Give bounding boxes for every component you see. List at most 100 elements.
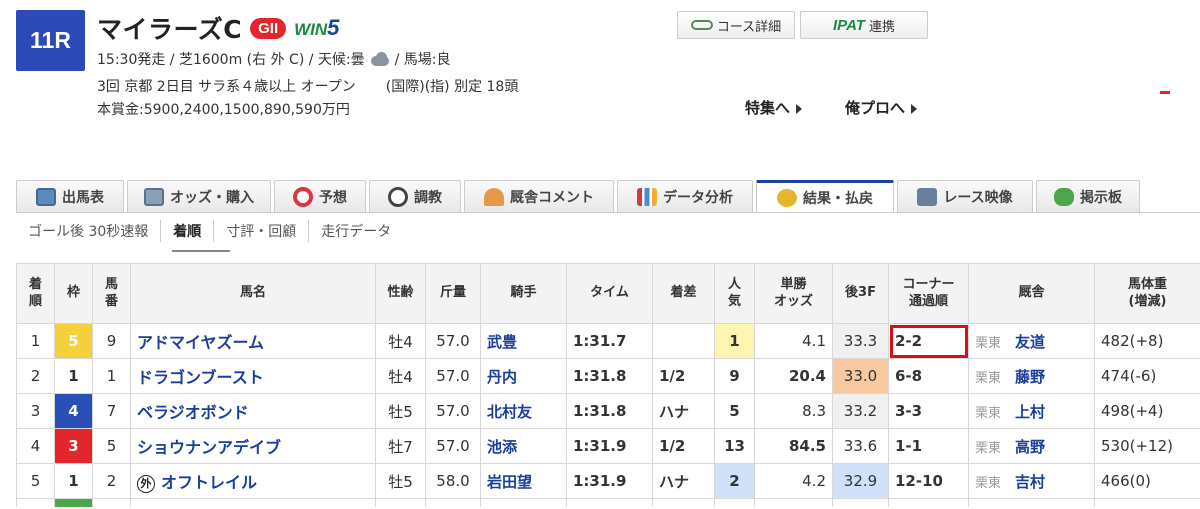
header-waku[interactable]: 枠 (54, 263, 93, 324)
arrow-right-icon (796, 103, 803, 114)
chat-icon (1054, 187, 1074, 206)
header-horse-weight[interactable]: 馬体重 (増減) (1094, 263, 1200, 324)
waku-cell: 1 (54, 358, 93, 394)
race-data-line2: 3回 京都 2日目 サラ系４歳以上 オープン (国際)(指) 別定 18頭 (97, 79, 519, 95)
trainer-link[interactable]: 吉村 (1015, 473, 1045, 491)
weight-cell: 57.0 (425, 428, 481, 464)
rank-cell: 4 (16, 428, 55, 464)
tab-race-video[interactable]: レース映像 (897, 180, 1033, 212)
horse-weight-cell: 498(+4) (1094, 393, 1200, 429)
tab-training[interactable]: 調教 (369, 180, 461, 212)
win5-logo[interactable]: WIN5 (294, 15, 339, 41)
header-jockey[interactable]: 騎手 (480, 263, 567, 324)
header-last-3f[interactable]: 後3F (832, 263, 889, 324)
header-umaban[interactable]: 馬番 (92, 263, 131, 324)
margin-cell (652, 323, 715, 359)
tab-results-payout[interactable]: 結果・払戻 (756, 180, 894, 213)
header-corner-position[interactable]: コーナー 通過順 (888, 263, 969, 324)
header-rank[interactable]: 着順 (16, 263, 55, 324)
trainer-link[interactable]: 上村 (1015, 403, 1045, 421)
jockey-link[interactable]: 北村友 (487, 403, 532, 421)
popularity-cell: 9 (714, 358, 755, 394)
subtab-review[interactable]: 寸評・回顧 (214, 220, 310, 242)
tab-stable-comment[interactable]: 厩舎コメント (464, 180, 614, 212)
prize-money: 本賞金:5900,2400,1500,890,590万円 (97, 102, 350, 118)
entry-table-icon (36, 187, 56, 206)
odds-cell: 4.2 (754, 463, 833, 499)
course-track-icon (690, 20, 713, 30)
feature-link[interactable]: 特集へ (745, 97, 803, 118)
trainer-link[interactable]: 友道 (1015, 333, 1045, 351)
video-icon (917, 187, 938, 206)
weight-cell: 57.0 (425, 358, 481, 394)
rank-cell: 1 (16, 323, 55, 359)
course-detail-button[interactable]: コース詳細 (677, 11, 795, 39)
jockey-link[interactable]: 岩田望 (487, 473, 532, 491)
ipat-link-button[interactable]: IPAT 連携 (800, 11, 928, 39)
header-time[interactable]: タイム (566, 263, 653, 324)
header-margin[interactable]: 着差 (652, 263, 715, 324)
header-sex-age[interactable]: 性齢 (375, 263, 426, 324)
tab-odds-purchase[interactable]: オッズ・購入 (127, 180, 271, 212)
trainer-link[interactable]: 高野 (1015, 438, 1045, 456)
red-dash-mark (1160, 91, 1170, 94)
jockey-cell: 岩田望 (480, 463, 567, 499)
race-title: マイラーズC GII WIN5 (97, 10, 339, 46)
trainer-link[interactable]: 藤野 (1015, 368, 1045, 386)
odds-icon (144, 187, 164, 206)
trainer-cell: 栗東 高野 (968, 428, 1095, 464)
header-horse-name[interactable]: 馬名 (130, 263, 376, 324)
horse-weight-cell: 482(+8) (1094, 323, 1200, 359)
popularity-cell: 2 (714, 463, 755, 499)
margin-cell: ハナ (652, 463, 715, 499)
subtab-finish-order[interactable]: 着順 (161, 220, 215, 242)
sex-age-cell: 牡7 (375, 428, 426, 464)
jockey-link[interactable]: 丹内 (487, 368, 517, 386)
ipat-logo: IPAT (833, 16, 865, 34)
horse-name-link[interactable]: ショウナンアデイブ (137, 438, 281, 457)
coins-icon (777, 189, 797, 207)
tab-data-analysis[interactable]: データ分析 (617, 180, 753, 212)
umaban-cell: 2 (92, 463, 131, 499)
horse-name-cell: 外オフトレイル (130, 463, 376, 499)
margin-cell: ハナ (652, 393, 715, 429)
corner-cell: 1-1 (888, 428, 969, 464)
rank-cell: 3 (16, 393, 55, 429)
horse-name-cell: ショウナンアデイブ (130, 428, 376, 464)
horse-name-link[interactable]: ドラゴンブースト (137, 368, 264, 387)
jockey-link[interactable]: 池添 (487, 438, 517, 456)
header-trainer[interactable]: 厩舎 (968, 263, 1095, 324)
time-cell: 1:31.9 (566, 463, 653, 499)
header-weight[interactable]: 斤量 (425, 263, 481, 324)
last-3f-cell: 33.2 (832, 393, 889, 429)
corner-cell: 3-3 (888, 393, 969, 429)
tab-entry-table[interactable]: 出馬表 (16, 180, 124, 212)
bar-chart-icon (637, 187, 657, 206)
sex-age-cell: 牡5 (375, 463, 426, 499)
odds-cell: 4.1 (754, 323, 833, 359)
horse-name-link[interactable]: ベラジオボンド (137, 403, 249, 422)
rank-cell: 5 (16, 463, 55, 499)
active-subtab-underline (172, 250, 230, 252)
jockey-cell: 武豊 (480, 323, 567, 359)
odds-cell: 8.3 (754, 393, 833, 429)
margin-cell: 1/2 (652, 358, 715, 394)
horse-name-link[interactable]: アドマイヤズーム (137, 333, 264, 352)
umaban-cell: 9 (92, 323, 131, 359)
tab-divider (16, 212, 1200, 213)
jockey-link[interactable]: 武豊 (487, 333, 517, 351)
last-3f-cell: 33.3 (832, 323, 889, 359)
table-header-row: 着順 枠 馬番 馬名 性齢 斤量 騎手 タイム 着差 人気 単勝 オッズ 後3F … (16, 263, 1200, 324)
umaban-cell: 1 (92, 358, 131, 394)
margin-cell: 1/2 (652, 428, 715, 464)
header-popularity[interactable]: 人気 (714, 263, 755, 324)
tab-bulletin-board[interactable]: 掲示板 (1036, 180, 1140, 212)
tab-prediction[interactable]: 予想 (274, 180, 366, 212)
last-3f-cell: 33.6 (832, 428, 889, 464)
subtab-quick-result[interactable]: ゴール後 30秒速報 (16, 220, 162, 242)
header-win-odds[interactable]: 単勝 オッズ (754, 263, 833, 324)
umaban-cell: 7 (92, 393, 131, 429)
horse-name-link[interactable]: オフトレイル (161, 473, 257, 492)
orepro-link[interactable]: 俺プロへ (845, 97, 918, 118)
subtab-running-data[interactable]: 走行データ (309, 220, 403, 242)
